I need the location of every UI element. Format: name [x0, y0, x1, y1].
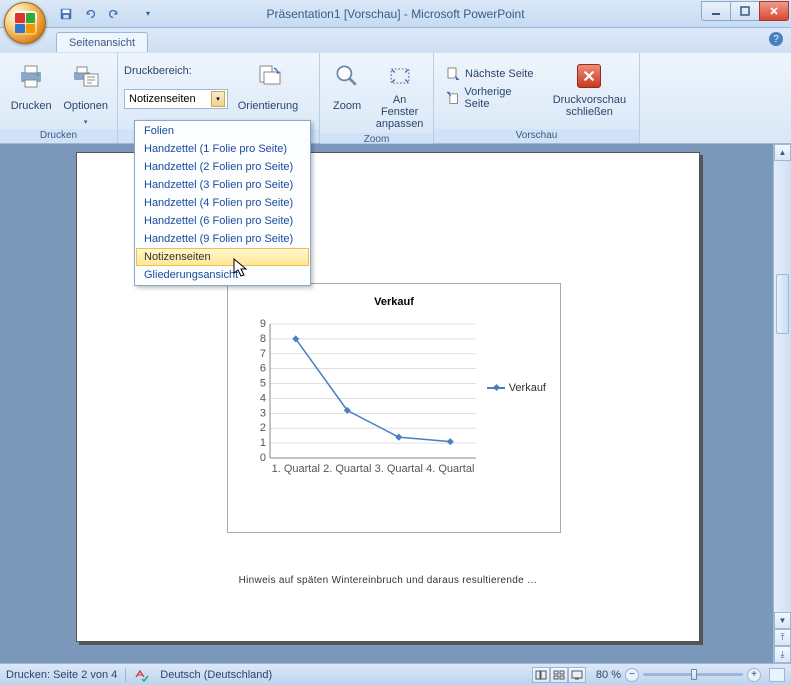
- zoom-in-button[interactable]: +: [747, 668, 761, 682]
- scroll-up-icon[interactable]: ▲: [774, 144, 791, 161]
- zoom-button[interactable]: Zoom: [326, 57, 368, 121]
- maximize-button[interactable]: [730, 1, 760, 21]
- dropdown-item[interactable]: Handzettel (6 Folien pro Seite): [136, 212, 309, 230]
- mouse-cursor-icon: [233, 258, 251, 278]
- quick-access-toolbar: ▾: [56, 4, 158, 24]
- zoom-fit-button[interactable]: [769, 668, 785, 682]
- print-button[interactable]: Drucken: [6, 57, 56, 121]
- prev-page-icon: [445, 90, 460, 106]
- chart-legend: Verkauf: [487, 382, 546, 394]
- svg-text:6: 6: [260, 363, 266, 375]
- minimize-button[interactable]: [701, 1, 731, 21]
- svg-text:3: 3: [260, 407, 266, 419]
- fit-window-button[interactable]: An Fenster anpassen: [372, 57, 427, 133]
- svg-text:8: 8: [260, 333, 266, 345]
- scroll-down-icon[interactable]: ▼: [774, 612, 791, 629]
- chart-area: 0 1 2 3 4 5 6 7 8 9 1. Quartal2. Quartal 3. Quartal…: [246, 318, 482, 486]
- svg-text:7: 7: [260, 348, 266, 360]
- language-label[interactable]: Deutsch (Deutschland): [160, 669, 272, 681]
- help-icon[interactable]: ?: [769, 32, 783, 46]
- save-icon[interactable]: [56, 4, 76, 24]
- ribbon: Drucken Optionen ▾ Drucken Druckbereich:…: [0, 52, 791, 144]
- close-preview-button[interactable]: Druckvorschau schließen: [546, 57, 633, 121]
- fit-window-icon: [384, 60, 416, 92]
- title-bar: ▾ Präsentation1 [Vorschau] - Microsoft P…: [0, 0, 791, 28]
- svg-text:9: 9: [260, 318, 266, 330]
- prev-slide-icon[interactable]: ⤒: [774, 629, 791, 646]
- redo-icon[interactable]: [104, 4, 124, 24]
- svg-text:5: 5: [260, 378, 266, 390]
- sorter-view-icon[interactable]: [550, 667, 568, 683]
- group-drucken: Drucken Optionen ▾ Drucken: [0, 53, 118, 143]
- qat-customize-icon[interactable]: ▾: [138, 4, 158, 24]
- svg-text:4. Quartal: 4. Quartal: [426, 463, 474, 475]
- view-buttons: [532, 667, 586, 683]
- dropdown-item[interactable]: Handzettel (1 Folie pro Seite): [136, 140, 309, 158]
- close-button[interactable]: [759, 1, 789, 21]
- print-range-label: Druckbereich:: [124, 65, 228, 77]
- group-zoom: Zoom An Fenster anpassen Zoom: [320, 53, 434, 143]
- svg-text:1: 1: [260, 437, 266, 449]
- printer-icon: [15, 60, 47, 92]
- tab-seitenansicht[interactable]: Seitenansicht: [56, 32, 148, 52]
- dropdown-item[interactable]: Handzettel (9 Folien pro Seite): [136, 230, 309, 248]
- dropdown-item[interactable]: Handzettel (2 Folien pro Seite): [136, 158, 309, 176]
- preview-workspace: Verkauf 0 1 2 3 4 5 6 7 8 9 1. Quartal2. Quartal 3.…: [0, 144, 791, 663]
- status-bar: Drucken: Seite 2 von 4 Deutsch (Deutschl…: [0, 663, 791, 685]
- group-vorschau: Nächste Seite Vorherige Seite Druckvorsc…: [434, 53, 640, 143]
- dropdown-item[interactable]: Handzettel (3 Folien pro Seite): [136, 176, 309, 194]
- dropdown-item[interactable]: Handzettel (4 Folien pro Seite): [136, 194, 309, 212]
- zoom-value[interactable]: 80 %: [596, 669, 621, 681]
- zoom-control: 80 % − +: [596, 668, 785, 682]
- svg-text:4: 4: [260, 392, 266, 404]
- svg-text:2. Quartal: 2. Quartal: [323, 463, 371, 475]
- undo-icon[interactable]: [80, 4, 100, 24]
- chevron-down-icon[interactable]: ▾: [211, 91, 225, 107]
- next-page-icon: [445, 66, 461, 82]
- chart-title: Verkauf: [228, 296, 560, 308]
- zoom-slider[interactable]: [643, 673, 743, 676]
- svg-text:2: 2: [260, 422, 266, 434]
- prev-page-button[interactable]: Vorherige Seite: [440, 87, 542, 109]
- magnifier-icon: [331, 60, 363, 92]
- orientation-button[interactable]: Orientierung ▾: [232, 57, 304, 129]
- dropdown-item[interactable]: Gliederungsansicht: [136, 266, 309, 284]
- printer-options-icon: [70, 60, 102, 92]
- close-icon: [577, 64, 601, 88]
- dropdown-item[interactable]: Folien: [136, 122, 309, 140]
- next-slide-icon[interactable]: ⤓: [774, 646, 791, 663]
- next-page-button[interactable]: Nächste Seite: [440, 63, 542, 85]
- dropdown-item[interactable]: Notizenseiten: [136, 248, 309, 266]
- print-range-combo[interactable]: Notizenseiten ▾: [124, 89, 228, 109]
- options-button[interactable]: Optionen ▾: [60, 57, 111, 129]
- page-info: Drucken: Seite 2 von 4: [6, 669, 117, 681]
- ribbon-tabstrip: Seitenansicht ?: [0, 28, 791, 52]
- svg-text:1. Quartal: 1. Quartal: [272, 463, 320, 475]
- notes-text: Hinweis auf späten Wintereinbruch und da…: [77, 575, 699, 586]
- slideshow-view-icon[interactable]: [568, 667, 586, 683]
- slide-thumbnail: Verkauf 0 1 2 3 4 5 6 7 8 9 1. Quartal2. Quartal 3.…: [227, 283, 561, 533]
- svg-text:3. Quartal: 3. Quartal: [375, 463, 423, 475]
- print-range-dropdown[interactable]: FolienHandzettel (1 Folie pro Seite)Hand…: [134, 120, 311, 286]
- normal-view-icon[interactable]: [532, 667, 550, 683]
- zoom-slider-handle[interactable]: [691, 669, 697, 680]
- spellcheck-icon[interactable]: [134, 668, 150, 682]
- svg-text:0: 0: [260, 452, 266, 464]
- orientation-icon: [252, 60, 284, 92]
- zoom-out-button[interactable]: −: [625, 668, 639, 682]
- scroll-thumb[interactable]: [776, 274, 789, 334]
- office-button[interactable]: [4, 2, 46, 44]
- vertical-scrollbar[interactable]: ▲ ▼ ⤒ ⤓: [773, 144, 791, 663]
